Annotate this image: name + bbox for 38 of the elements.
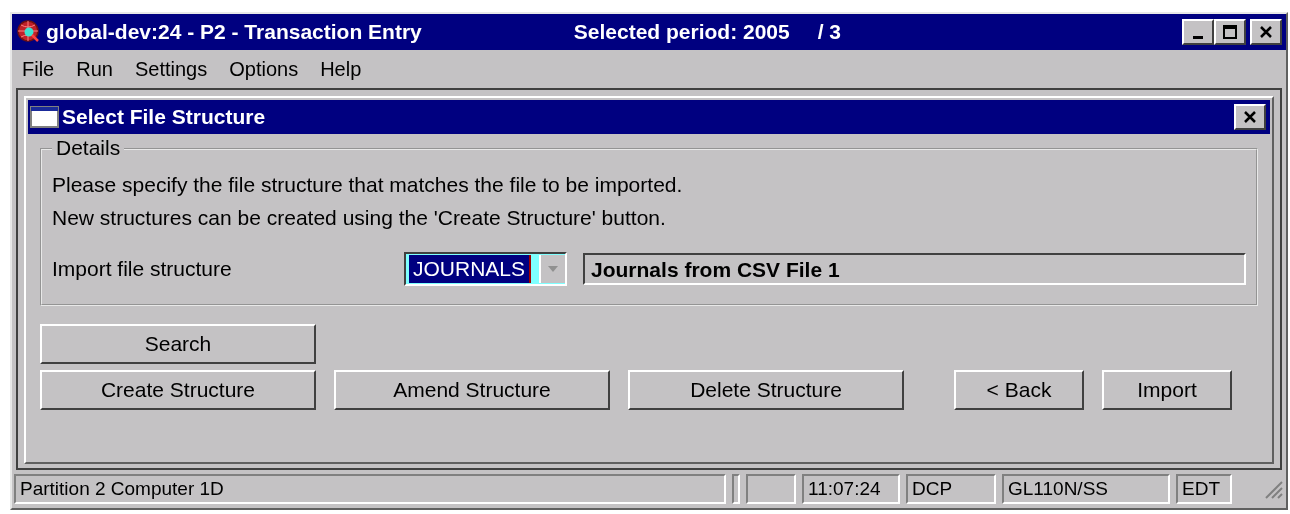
menu-item[interactable]: Settings [134,57,208,81]
close-button[interactable] [1234,104,1266,130]
description-field: Journals from CSV File 1 [583,253,1246,285]
status-pane-empty [746,474,796,504]
dialog-title: Select File Structure [62,105,266,129]
period-label: Selected period: 2005 [573,20,790,44]
action-button[interactable]: Amend Structure [334,370,610,410]
close-button[interactable] [1250,19,1282,45]
status-pane: EDT [1176,474,1232,504]
instruction-text: Please specify the file structure that matches the file to be imported. [52,172,684,198]
maximize-icon [1223,25,1237,39]
status-pane: GL110N/SS [1002,474,1170,504]
minimize-button[interactable] [1182,19,1214,45]
search-button[interactable]: Search [40,324,316,364]
minimize-icon [1193,35,1203,39]
menu-item[interactable]: File [22,57,55,81]
action-button[interactable]: Import [1102,370,1232,410]
instruction-text: New structures can be created using the 'Create Structure' button. [52,205,667,231]
period-number: / 3 [817,20,842,44]
structure-dropdown[interactable]: JOURNALS [404,252,568,286]
action-button[interactable]: Create Structure [40,370,316,410]
status-pane: DCP [906,474,996,504]
menu-item[interactable]: Help [320,57,362,81]
status-pane: 11:07:24 [802,474,900,504]
status-pane: Partition 2 Computer 1D [14,474,726,504]
menu-item[interactable]: Run [76,57,113,81]
action-button[interactable]: Delete Structure [628,370,904,410]
window-icon [30,105,60,129]
selected-value: JOURNALS [406,255,530,283]
maximize-button[interactable] [1214,19,1246,45]
field-label: Import file structure [52,257,233,281]
globe-icon [16,19,42,45]
window-title: global-dev:24 - P2 - Transaction Entry [46,20,422,44]
menu-item[interactable]: Options [229,57,299,81]
action-button[interactable]: < Back [954,370,1084,410]
close-icon [1259,25,1273,39]
close-icon [1243,110,1257,124]
status-pane-empty [732,474,740,504]
